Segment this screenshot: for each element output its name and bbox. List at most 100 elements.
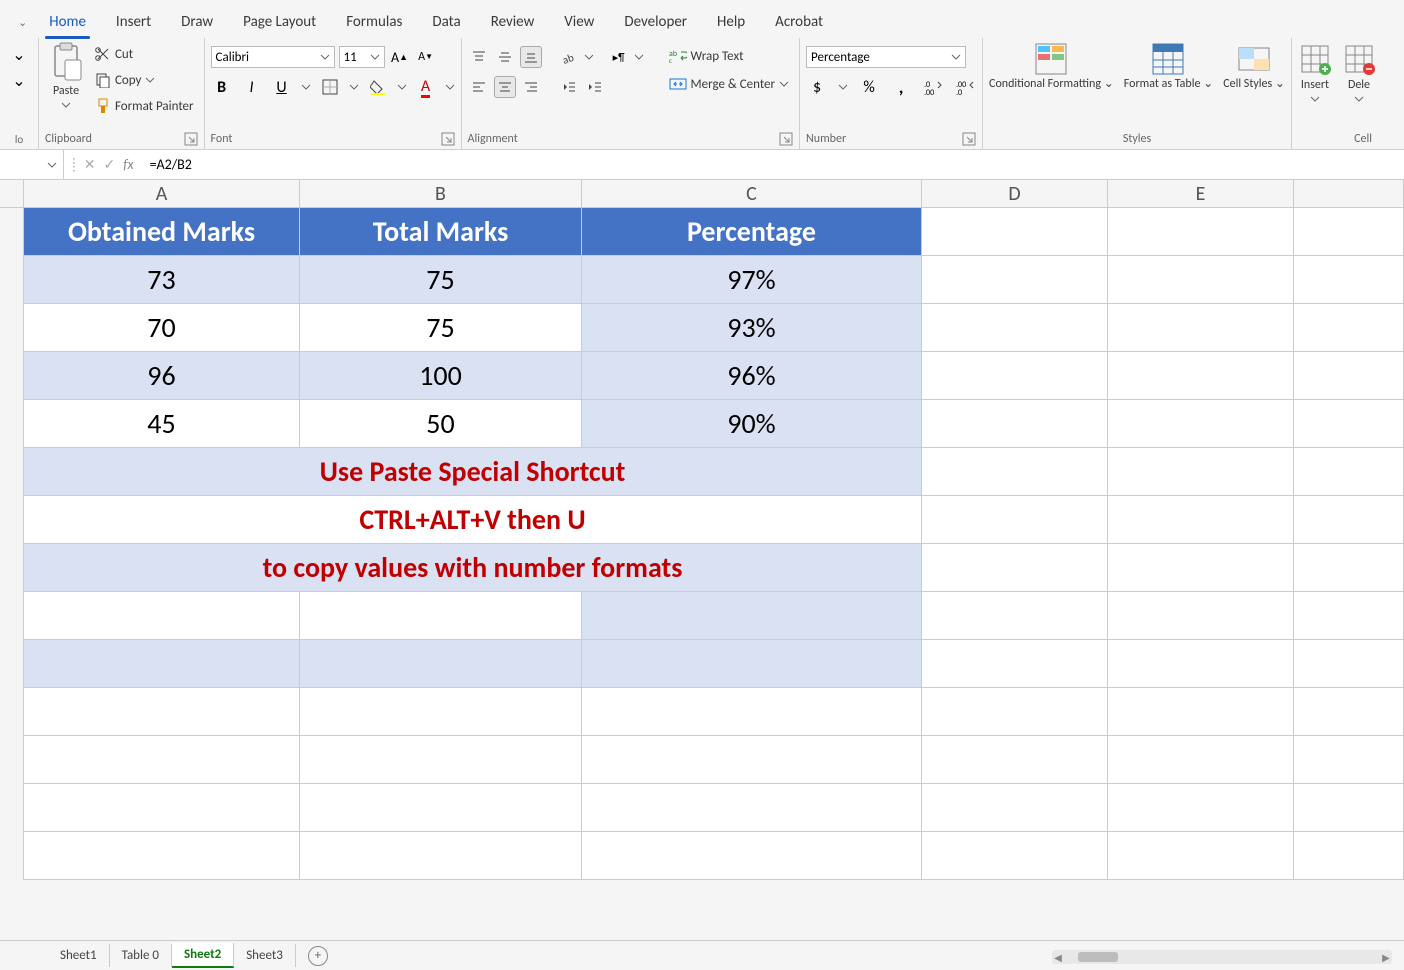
cell-c4[interactable]: 96%: [582, 352, 922, 399]
cell[interactable]: [922, 496, 1108, 543]
number-format-select[interactable]: Percentage: [806, 46, 966, 68]
chevron-down-icon[interactable]: [584, 52, 594, 62]
tab-insert[interactable]: Insert: [104, 7, 163, 37]
cell[interactable]: [922, 400, 1108, 447]
cell[interactable]: [1108, 592, 1294, 639]
sheet-tab-sheet3[interactable]: Sheet3: [234, 944, 296, 967]
dialog-launcher-icon[interactable]: [779, 132, 793, 146]
cell-c2[interactable]: 97%: [582, 256, 922, 303]
tab-view[interactable]: View: [552, 7, 606, 37]
increase-font-icon[interactable]: A▲: [389, 46, 411, 68]
cell[interactable]: [300, 688, 582, 735]
cell[interactable]: [1294, 304, 1404, 351]
cell[interactable]: [922, 304, 1108, 351]
cell[interactable]: [24, 688, 300, 735]
cell[interactable]: [1108, 304, 1294, 351]
underline-button[interactable]: U: [271, 76, 293, 98]
horizontal-scrollbar[interactable]: ◀ ▶: [1052, 950, 1392, 964]
cell[interactable]: [300, 832, 582, 879]
font-name-select[interactable]: Calibri: [211, 46, 335, 68]
percent-button[interactable]: %: [858, 76, 880, 98]
cancel-formula-icon[interactable]: ✕: [84, 156, 96, 173]
increase-indent-icon[interactable]: [584, 76, 606, 98]
increase-decimal-icon[interactable]: .0.00: [922, 76, 944, 98]
tab-acrobat[interactable]: Acrobat: [763, 7, 835, 37]
cell[interactable]: [24, 832, 300, 879]
cell[interactable]: [1108, 400, 1294, 447]
cell[interactable]: [582, 640, 922, 687]
cell[interactable]: [24, 592, 300, 639]
formula-input[interactable]: =A2/B2: [142, 156, 1404, 173]
tab-draw[interactable]: Draw: [169, 7, 225, 37]
chevron-down-icon[interactable]: [349, 82, 359, 92]
redo-dropdown-icon[interactable]: ⌄: [8, 70, 30, 92]
cell[interactable]: [1108, 736, 1294, 783]
cell[interactable]: [582, 688, 922, 735]
cell[interactable]: [582, 832, 922, 879]
cell-c3[interactable]: 93%: [582, 304, 922, 351]
dialog-launcher-icon[interactable]: [962, 132, 976, 146]
paste-button[interactable]: Paste: [45, 42, 87, 110]
copy-button[interactable]: Copy: [91, 70, 198, 90]
cell[interactable]: [1294, 256, 1404, 303]
cell[interactable]: [922, 784, 1108, 831]
cut-button[interactable]: Cut: [91, 44, 198, 64]
orientation-icon[interactable]: ab: [558, 46, 580, 68]
cell[interactable]: [922, 688, 1108, 735]
cell[interactable]: [1294, 688, 1404, 735]
cell[interactable]: [1108, 688, 1294, 735]
font-size-select[interactable]: 11: [339, 46, 385, 68]
chevron-down-icon[interactable]: [301, 82, 311, 92]
currency-button[interactable]: $: [806, 76, 828, 98]
tab-home[interactable]: Home: [37, 7, 98, 37]
cell[interactable]: [1294, 400, 1404, 447]
fx-icon[interactable]: fx: [123, 156, 133, 173]
cell[interactable]: [582, 736, 922, 783]
cell[interactable]: [1108, 496, 1294, 543]
undo-dropdown-icon[interactable]: ⌄: [8, 44, 30, 66]
cell[interactable]: [1294, 496, 1404, 543]
cell-a2[interactable]: 73: [24, 256, 300, 303]
note-row-3[interactable]: to copy values with number formats: [24, 544, 922, 591]
accept-formula-icon[interactable]: ✓: [103, 156, 115, 173]
tab-developer[interactable]: Developer: [612, 7, 699, 37]
cell[interactable]: [1108, 352, 1294, 399]
align-left-icon[interactable]: [468, 76, 490, 98]
comma-button[interactable]: ,: [890, 76, 912, 98]
cell[interactable]: [922, 832, 1108, 879]
quick-dropdown[interactable]: ⌄: [18, 16, 31, 29]
cell[interactable]: [922, 352, 1108, 399]
cell[interactable]: [300, 592, 582, 639]
cell[interactable]: [1108, 208, 1294, 255]
tab-review[interactable]: Review: [479, 7, 547, 37]
col-header-b[interactable]: B: [300, 180, 582, 207]
decrease-font-icon[interactable]: A▼: [415, 46, 437, 68]
decrease-indent-icon[interactable]: [558, 76, 580, 98]
note-row-2[interactable]: CTRL+ALT+V then U: [24, 496, 922, 543]
cell[interactable]: [1294, 544, 1404, 591]
ltr-icon[interactable]: ▸¶: [608, 46, 630, 68]
cell[interactable]: [1294, 784, 1404, 831]
note-row-1[interactable]: Use Paste Special Shortcut: [24, 448, 922, 495]
cell-b5[interactable]: 50: [300, 400, 582, 447]
name-box[interactable]: [0, 150, 64, 179]
format-as-table-button[interactable]: Format as Table ⌄: [1124, 42, 1213, 91]
align-top-icon[interactable]: [468, 46, 490, 68]
chevron-down-icon[interactable]: [634, 52, 644, 62]
cell[interactable]: [300, 640, 582, 687]
tab-help[interactable]: Help: [705, 7, 757, 37]
cell[interactable]: [1294, 832, 1404, 879]
header-obtained-marks[interactable]: Obtained Marks: [24, 208, 300, 255]
cell-c5[interactable]: 90%: [582, 400, 922, 447]
cell-b4[interactable]: 100: [300, 352, 582, 399]
cell[interactable]: [922, 208, 1108, 255]
cell[interactable]: [922, 736, 1108, 783]
cell[interactable]: [1294, 208, 1404, 255]
cell[interactable]: [1294, 736, 1404, 783]
col-header-f[interactable]: [1294, 180, 1404, 207]
cell[interactable]: [1294, 352, 1404, 399]
format-painter-button[interactable]: Format Painter: [91, 96, 198, 116]
bold-button[interactable]: B: [211, 76, 233, 98]
dialog-launcher-icon[interactable]: [184, 132, 198, 146]
tab-page-layout[interactable]: Page Layout: [231, 7, 328, 37]
